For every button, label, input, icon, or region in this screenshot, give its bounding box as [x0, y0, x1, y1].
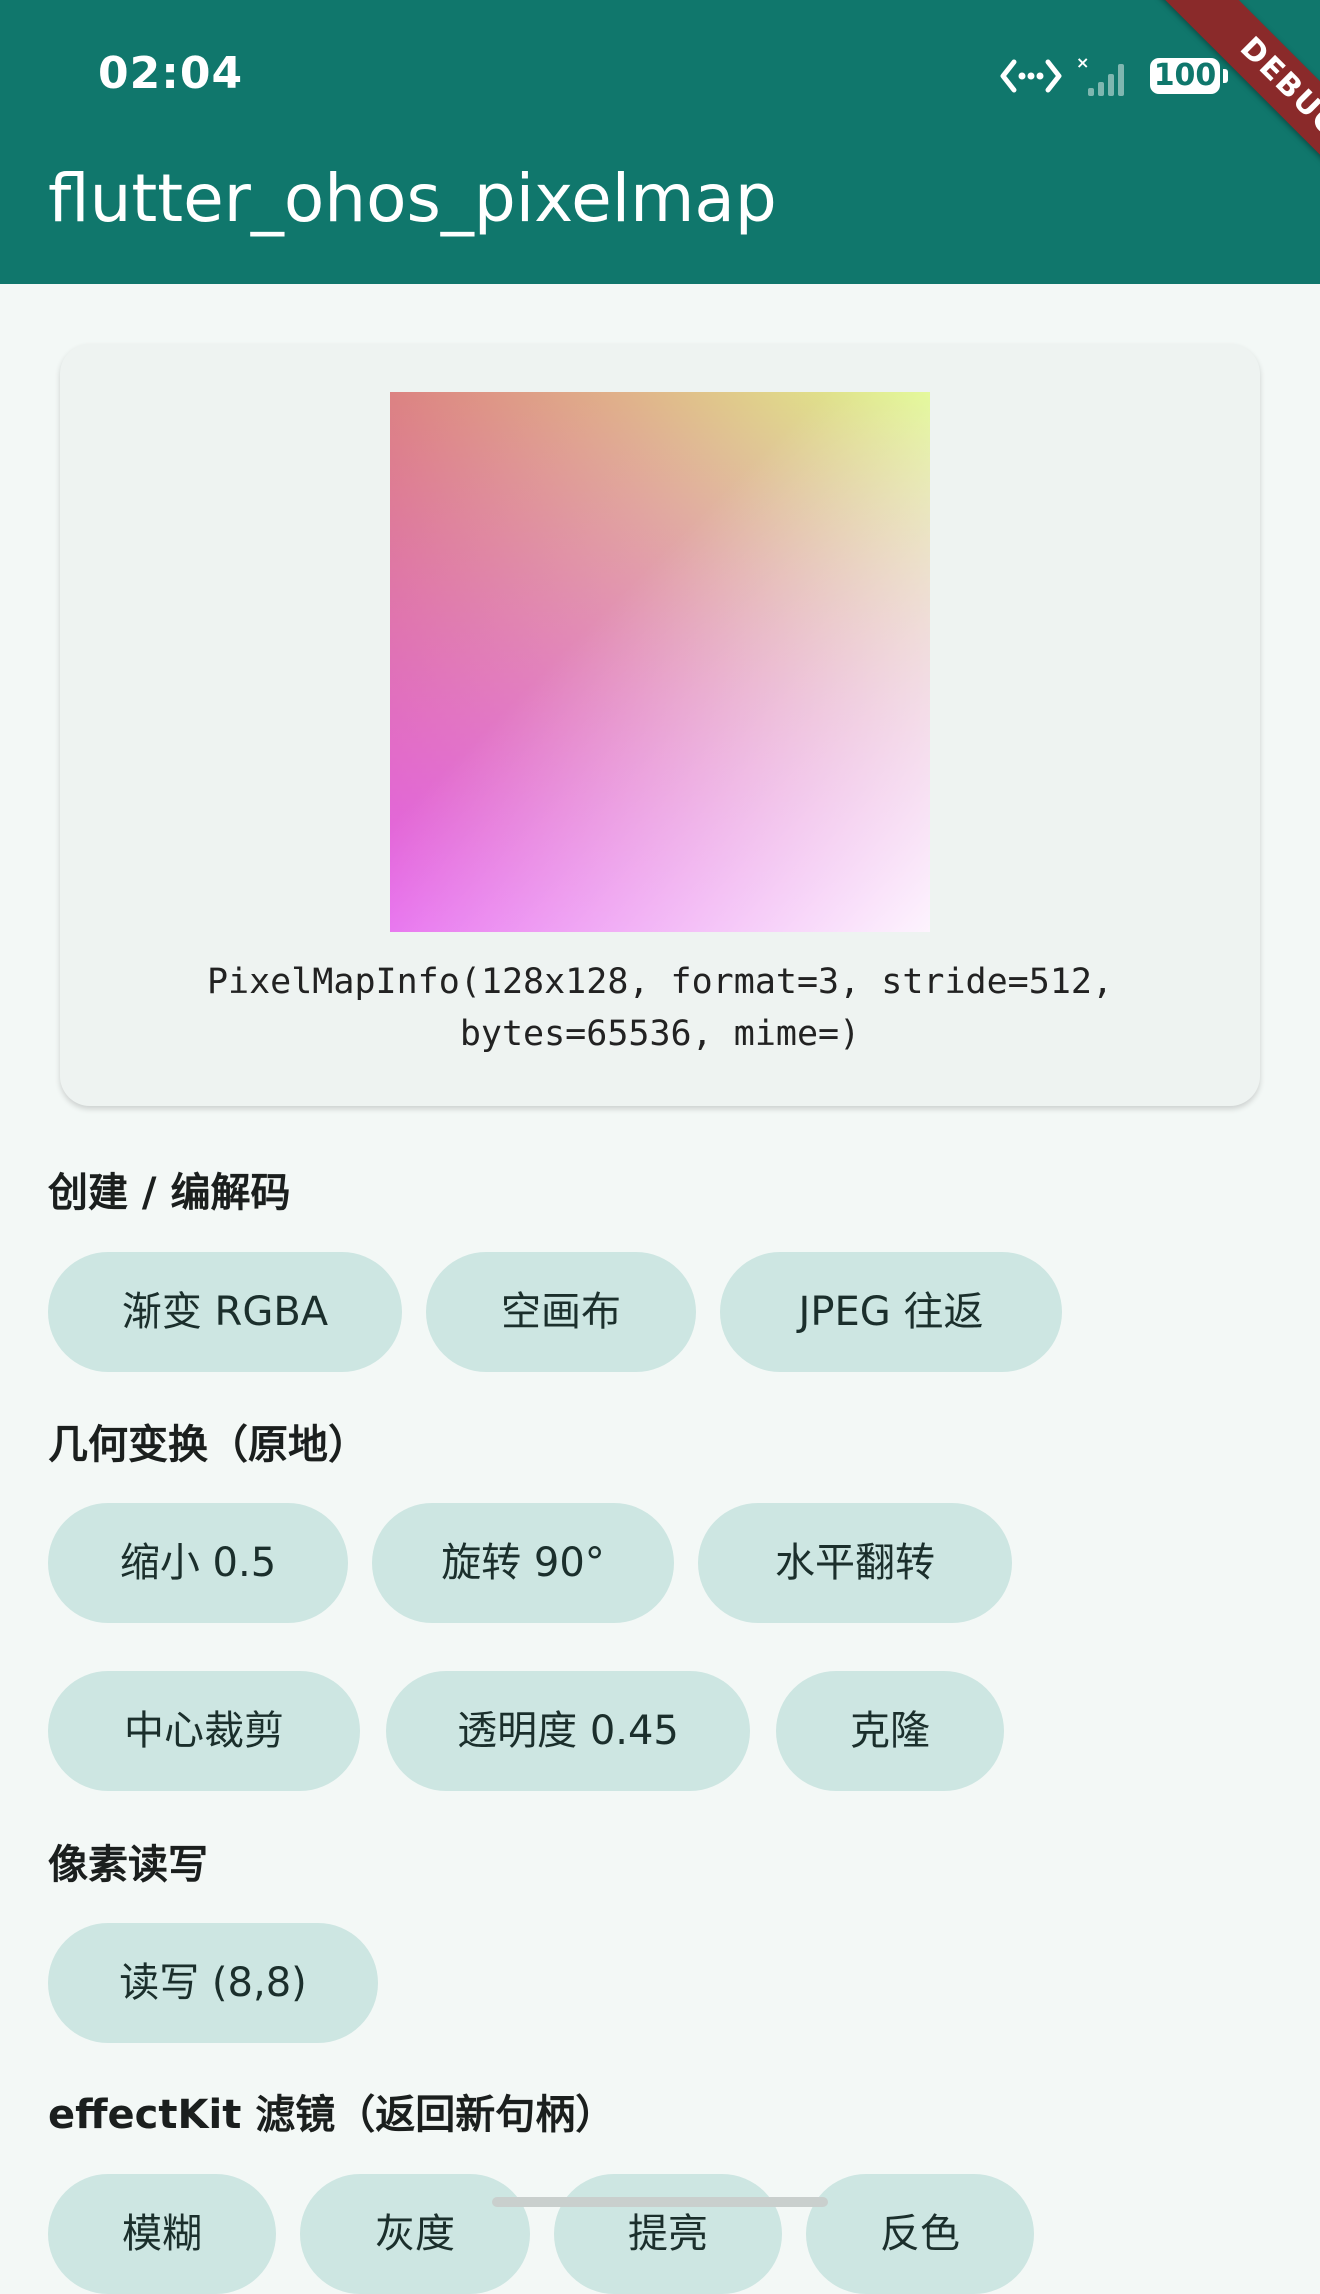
no-signal-icon: × — [1076, 54, 1136, 98]
pixelmap-info-line-2: bytes=65536, mime=) — [459, 1014, 861, 1054]
blur-button[interactable]: 模糊 — [48, 2174, 276, 2294]
section-title-effect: effectKit 滤镜（返回新句柄） — [48, 2092, 616, 2138]
home-indicator[interactable] — [492, 2197, 828, 2207]
grayscale-button[interactable]: 灰度 — [300, 2174, 530, 2294]
read-write-pixel-button[interactable]: 读写 (8,8) — [48, 1923, 378, 2043]
debug-banner: DEBUG — [1158, 0, 1320, 220]
section-title-pixels: 像素读写 — [48, 1842, 208, 1888]
empty-canvas-button[interactable]: 空画布 — [426, 1252, 696, 1372]
app-bar: 02:04 × 100 DEBUG flutter_ohos_pixelmap — [0, 0, 1320, 284]
pixelmap-info-line-1: PixelMapInfo(128x128, format=3, stride=5… — [206, 962, 1114, 1002]
section-title-create: 创建 / 编解码 — [48, 1170, 291, 1216]
flip-horizontal-button[interactable]: 水平翻转 — [698, 1503, 1012, 1623]
opacity-button[interactable]: 透明度 0.45 — [386, 1671, 750, 1791]
status-icons: × 100 — [1000, 54, 1228, 98]
clone-button[interactable]: 克隆 — [776, 1671, 1004, 1791]
jpeg-roundtrip-button[interactable]: JPEG 往返 — [720, 1252, 1062, 1372]
scale-down-button[interactable]: 缩小 0.5 — [48, 1503, 348, 1623]
pixelmap-preview-image — [390, 392, 930, 932]
pixelmap-info-text: PixelMapInfo(128x128, format=3, stride=5… — [60, 956, 1260, 1060]
invert-button[interactable]: 反色 — [806, 2174, 1034, 2294]
center-crop-button[interactable]: 中心裁剪 — [48, 1671, 360, 1791]
rotate-90-button[interactable]: 旋转 90° — [372, 1503, 674, 1623]
gradient-rgba-button[interactable]: 渐变 RGBA — [48, 1252, 402, 1372]
data-transfer-icon — [1000, 56, 1062, 96]
svg-text:×: × — [1076, 54, 1089, 72]
section-title-transform: 几何变换（原地） — [48, 1422, 368, 1468]
battery-icon: 100 — [1150, 58, 1228, 94]
brighten-button[interactable]: 提亮 — [554, 2174, 782, 2294]
pixelmap-preview-card: PixelMapInfo(128x128, format=3, stride=5… — [60, 344, 1260, 1106]
status-time: 02:04 — [98, 48, 244, 99]
page-title: flutter_ohos_pixelmap — [48, 160, 777, 237]
